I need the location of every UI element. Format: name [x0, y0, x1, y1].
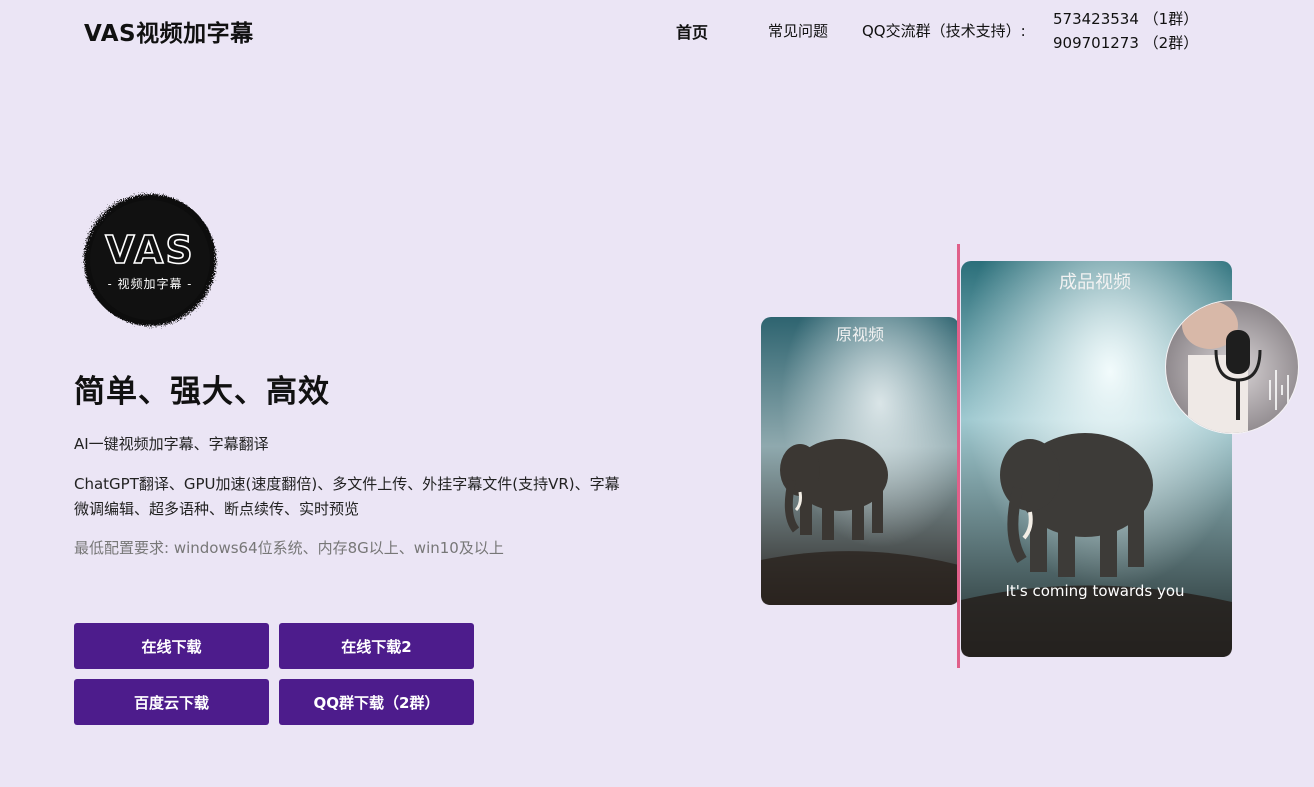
hero-features: ChatGPT翻译、GPU加速(速度翻倍)、多文件上传、外挂字幕文件(支持VR)…	[74, 475, 620, 518]
qq-group-2[interactable]: 909701273 （2群）	[1053, 32, 1198, 53]
original-video-label: 原视频	[836, 325, 884, 344]
qq-group-label: QQ交流群（技术支持）:	[862, 22, 1026, 40]
system-requirement: 最低配置要求: windows64位系统、内存8G以上、win10及以上	[74, 539, 504, 557]
nav-faq[interactable]: 常见问题	[768, 20, 828, 41]
qq-group-1[interactable]: 573423534 （1群）	[1053, 8, 1198, 29]
download-baidu-button[interactable]: 百度云下载	[74, 679, 269, 725]
logo-subtitle: - 视频加字幕 -	[108, 276, 193, 291]
video-comparison-illustration: 原视频 成品视频 It's coming towards you	[761, 244, 1299, 668]
hero-headline: 简单、强大、高效	[74, 374, 330, 410]
hero-subline: AI一键视频加字幕、字幕翻译	[74, 435, 269, 453]
logo-text: VAS	[105, 228, 195, 272]
download-qq-button[interactable]: QQ群下载（2群）	[279, 679, 474, 725]
nav-home[interactable]: 首页	[676, 19, 708, 43]
burned-subtitle-text: It's coming towards you	[1005, 582, 1184, 600]
download-online-button[interactable]: 在线下载	[74, 623, 269, 669]
original-video-card: 原视频	[761, 317, 959, 605]
result-video-label: 成品视频	[1059, 272, 1131, 293]
comparison-divider	[957, 244, 960, 668]
vas-logo: VAS - 视频加字幕 -	[84, 194, 216, 326]
brand-title[interactable]: VAS视频加字幕	[84, 14, 254, 48]
download-online2-button[interactable]: 在线下载2	[279, 623, 474, 669]
